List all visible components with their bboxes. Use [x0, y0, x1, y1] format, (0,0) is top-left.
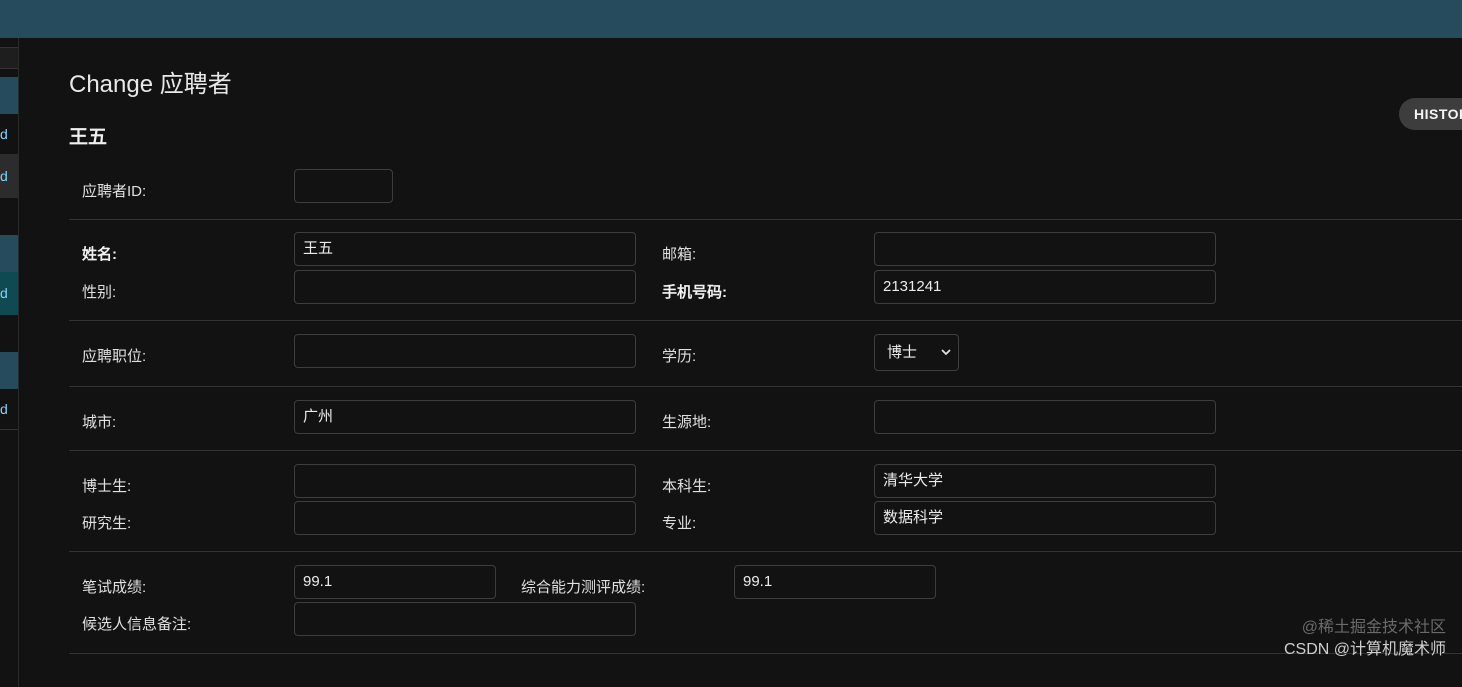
phd-label: 博士生: [82, 478, 132, 495]
email-label: 邮箱: [662, 246, 697, 263]
phone-label: 手机号码: [662, 284, 727, 301]
object-title: 王五 [69, 127, 108, 148]
fieldset-divider [69, 653, 1462, 654]
top-header-bar [0, 0, 1462, 38]
phd-input[interactable] [294, 464, 636, 498]
fieldset-divider [69, 386, 1462, 387]
sidebar-app-header [0, 235, 18, 272]
gender-input[interactable] [294, 270, 636, 304]
sidebar-app-header [0, 352, 18, 389]
sidebar-item-add[interactable]: d [0, 273, 18, 313]
position-input[interactable] [294, 334, 636, 368]
master-input[interactable] [294, 501, 636, 535]
written-score-input[interactable]: 99.1 [294, 565, 496, 599]
chevron-down-icon [940, 335, 952, 383]
name-input[interactable]: 王五 [294, 232, 636, 266]
ability-score-label: 综合能力测评成绩: [521, 579, 646, 596]
sidebar-item-add[interactable]: d [0, 114, 18, 154]
major-input[interactable]: 数据科学 [874, 501, 1216, 535]
sidebar-filter-box[interactable] [0, 47, 18, 69]
origin-label: 生源地: [662, 414, 712, 431]
origin-input[interactable] [874, 400, 1216, 434]
city-input[interactable]: 广州 [294, 400, 636, 434]
phone-input[interactable]: 2131241 [874, 270, 1216, 304]
fieldset-divider [69, 320, 1462, 321]
ability-score-input[interactable]: 99.1 [734, 565, 936, 599]
name-label: 姓名: [82, 246, 117, 263]
gender-label: 性别: [82, 284, 117, 301]
sidebar-divider [0, 429, 18, 430]
position-label: 应聘职位: [82, 348, 147, 365]
degree-selected-value: 博士 [887, 344, 918, 361]
nav-sidebar: d d d d [0, 38, 19, 687]
history-button[interactable]: HISTORY [1399, 98, 1462, 130]
sidebar-item-add[interactable]: d [0, 389, 18, 429]
candidate-note-input[interactable] [294, 602, 636, 636]
fieldset-divider [69, 219, 1462, 220]
email-input[interactable] [874, 232, 1216, 266]
city-label: 城市: [82, 414, 117, 431]
sidebar-app-header [0, 77, 18, 115]
applicant-id-label: 应聘者ID: [82, 183, 147, 200]
page-title: Change 应聘者 [69, 71, 232, 98]
major-label: 专业: [662, 515, 697, 532]
fieldset-divider [69, 551, 1462, 552]
watermark-juejin: @稀土掘金技术社区 [1301, 619, 1446, 636]
written-score-label: 笔试成绩: [82, 579, 147, 596]
bachelor-label: 本科生: [662, 478, 712, 495]
bachelor-input[interactable]: 清华大学 [874, 464, 1216, 498]
fieldset-divider [69, 450, 1462, 451]
sidebar-item-add[interactable]: d [0, 156, 18, 196]
watermark: @稀土掘金技术社区 CSDN @计算机魔术师 [1284, 617, 1446, 661]
degree-select[interactable]: 博士 [874, 334, 959, 371]
degree-label: 学历: [662, 348, 697, 365]
candidate-note-label: 候选人信息备注: [82, 616, 192, 633]
master-label: 研究生: [82, 515, 132, 532]
watermark-csdn: CSDN @计算机魔术师 [1283, 641, 1446, 658]
applicant-id-input[interactable] [294, 169, 393, 203]
